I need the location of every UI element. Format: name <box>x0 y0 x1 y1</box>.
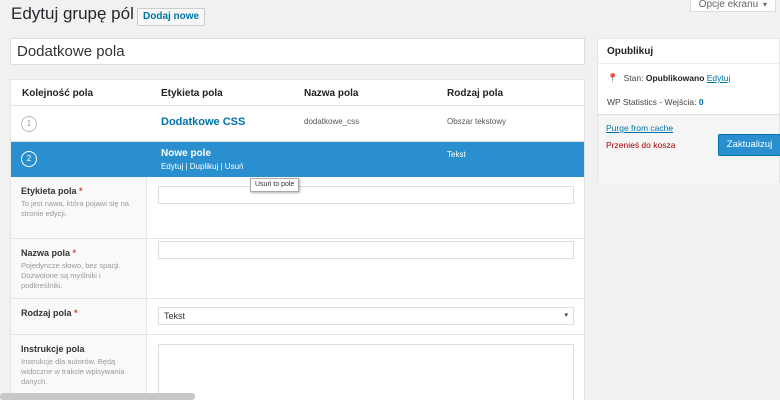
fields-table-header: Kolejność pola Etykieta pola Nazwa pola … <box>11 80 584 106</box>
column-label: Etykieta pola <box>161 88 223 99</box>
field-label-input[interactable] <box>158 186 574 204</box>
setting-label-cell: Instrukcje pola Instrukcje dla autorów. … <box>11 335 147 400</box>
edit-status-link[interactable]: Edytuj <box>707 73 731 83</box>
setting-row-instructions: Instrukcje pola Instrukcje dla autorów. … <box>11 335 584 400</box>
setting-description: Instrukcje dla autorów. Będą widoczne w … <box>21 357 125 386</box>
chevron-down-icon: ▾ <box>762 0 767 9</box>
setting-title: Etykieta pola * <box>21 186 83 196</box>
field-name-input[interactable] <box>158 241 574 259</box>
chevron-down-icon: ▾ <box>564 312 568 319</box>
move-to-trash-link[interactable]: Przenieś do kosza <box>606 140 675 150</box>
add-new-button[interactable]: Dodaj nowe <box>137 8 206 26</box>
field-label[interactable]: Nowe pole <box>161 148 211 159</box>
edit-field-link[interactable]: Edytuj <box>161 162 183 171</box>
required-marker: * <box>74 308 78 318</box>
column-name: Nazwa pola <box>304 88 359 99</box>
stats-label: WP Statistics - Wejścia: <box>607 97 697 107</box>
field-type: Tekst <box>447 150 466 159</box>
stats-value[interactable]: 0 <box>699 97 704 107</box>
screen-options-label: Opcje ekranu <box>698 0 759 10</box>
setting-label-cell: Rodzaj pola * <box>11 299 147 334</box>
publish-box: Opublikuj 📍 Stan: Opublikowano Edytuj WP… <box>597 38 780 184</box>
setting-label-cell: Nazwa pola * Pojedyncze słowo, bez spacj… <box>11 239 147 298</box>
setting-title: Nazwa pola * <box>21 248 77 258</box>
table-row[interactable]: 1 Dodatkowe CSS dodatkowe_css Obszar tek… <box>11 106 584 142</box>
screen-options-toggle[interactable]: Opcje ekranu ▾ <box>689 0 776 12</box>
duplicate-field-link[interactable]: Duplikuj <box>190 162 218 171</box>
field-type-select[interactable]: Tekst ▾ <box>158 307 574 325</box>
purge-cache-link[interactable]: Purge from cache <box>606 123 673 133</box>
row-actions: Edytuj | Duplikuj | Usuń <box>161 162 243 171</box>
required-marker: * <box>79 186 83 196</box>
setting-title: Rodzaj pola * <box>21 308 78 318</box>
page-title: Edytuj grupę pól <box>11 4 134 23</box>
column-order: Kolejność pola <box>22 88 94 99</box>
field-name: dodatkowe_css <box>304 117 360 126</box>
order-handle[interactable]: 1 <box>21 116 37 132</box>
status-value: Opublikowano <box>645 73 705 83</box>
status-label: Stan: <box>623 73 644 83</box>
horizontal-scrollbar[interactable] <box>0 393 195 400</box>
setting-title: Instrukcje pola <box>21 344 85 354</box>
separator: | <box>220 162 223 171</box>
setting-label-cell: Etykieta pola * To jest nawa, która poja… <box>11 177 147 238</box>
publish-status: 📍 Stan: Opublikowano Edytuj <box>607 73 730 84</box>
table-row-active[interactable]: 2 Nowe pole Edytuj | Duplikuj | Usuń Tek… <box>11 142 584 177</box>
selected-value: Tekst <box>164 311 186 321</box>
required-marker: * <box>72 248 77 258</box>
stats-line: WP Statistics - Wejścia: 0 <box>607 97 704 107</box>
update-button[interactable]: Zaktualizuj <box>718 134 780 156</box>
publish-title: Opublikuj <box>598 39 779 64</box>
delete-field-link[interactable]: Usuń <box>225 162 244 171</box>
tooltip: Usuń to pole <box>250 178 300 192</box>
order-handle[interactable]: 2 <box>21 151 37 167</box>
group-title-input[interactable]: Dodatkowe pola <box>10 38 585 65</box>
setting-description: Pojedyncze słowo, bez spacji. Dozwolone … <box>21 261 121 290</box>
publish-actions: Purge from cache Przenieś do kosza Zaktu… <box>598 114 780 184</box>
field-instructions-textarea[interactable] <box>158 344 574 400</box>
setting-description: To jest nawa, która pojawi się na stroni… <box>21 199 129 218</box>
pin-icon: 📍 <box>607 73 619 83</box>
column-type: Rodzaj pola <box>447 88 504 99</box>
setting-row-name: Nazwa pola * Pojedyncze słowo, bez spacj… <box>11 239 584 299</box>
fields-panel: Kolejność pola Etykieta pola Nazwa pola … <box>10 79 585 400</box>
setting-row-type: Rodzaj pola * Tekst ▾ <box>11 299 584 335</box>
separator: | <box>185 162 188 171</box>
field-type: Obszar tekstowy <box>447 117 507 126</box>
field-label-link[interactable]: Dodatkowe CSS <box>161 116 245 128</box>
